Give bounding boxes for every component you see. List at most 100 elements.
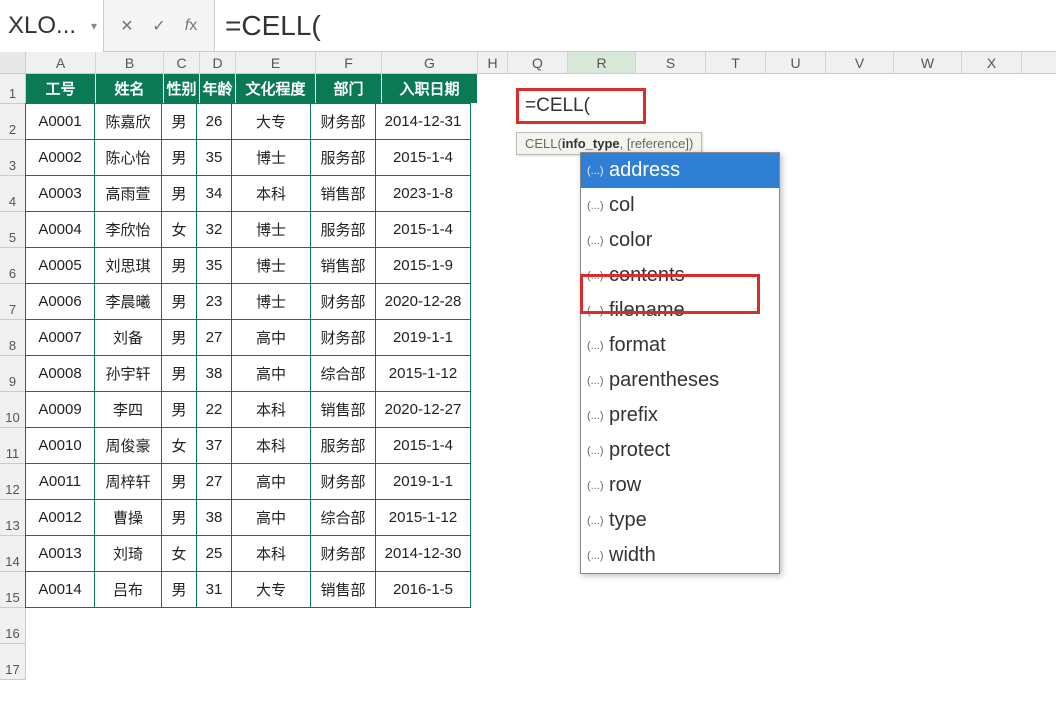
table-cell[interactable]: 综合部 [310,355,376,392]
col-header[interactable]: G [382,52,478,73]
row-header[interactable]: 10 [0,392,26,428]
table-cell[interactable]: 2020-12-28 [375,283,471,320]
table-cell[interactable]: 男 [161,283,197,320]
empty-cell[interactable] [316,608,382,644]
table-cell[interactable]: 27 [196,319,232,356]
table-cell[interactable]: 2015-1-12 [375,355,471,392]
table-header-cell[interactable]: 姓名 [96,74,164,104]
table-cell[interactable]: 博士 [231,211,311,248]
table-cell[interactable]: 本科 [231,175,311,212]
empty-cell[interactable] [26,608,96,644]
col-header[interactable]: F [316,52,382,73]
table-cell[interactable]: 本科 [231,427,311,464]
table-cell[interactable]: A0012 [25,499,95,536]
table-cell[interactable]: 38 [196,499,232,536]
empty-cell[interactable] [382,644,478,680]
table-cell[interactable]: 服务部 [310,211,376,248]
table-cell[interactable]: 服务部 [310,427,376,464]
table-cell[interactable]: 男 [161,139,197,176]
table-cell[interactable]: 李晨曦 [94,283,162,320]
table-cell[interactable]: 孙宇轩 [94,355,162,392]
table-cell[interactable]: 男 [161,103,197,140]
table-cell[interactable]: 2020-12-27 [375,391,471,428]
table-cell[interactable]: A0011 [25,463,95,500]
col-header-selected[interactable]: R [568,52,636,73]
col-header[interactable]: V [826,52,894,73]
table-cell[interactable]: 财务部 [310,283,376,320]
table-header-cell[interactable]: 工号 [26,74,96,104]
row-header[interactable]: 2 [0,104,26,140]
table-header-cell[interactable]: 部门 [316,74,382,104]
table-cell[interactable]: 男 [161,571,197,608]
name-box[interactable]: XLO... ▾ [0,0,104,52]
row-header[interactable]: 14 [0,536,26,572]
row-header[interactable]: 8 [0,320,26,356]
col-header[interactable]: S [636,52,706,73]
table-cell[interactable]: 2019-1-1 [375,463,471,500]
table-cell[interactable]: 男 [161,391,197,428]
table-cell[interactable]: 女 [161,211,197,248]
autocomplete-dropdown[interactable]: (...)address(...)col(...)color(...)conte… [580,152,780,574]
table-cell[interactable]: 本科 [231,535,311,572]
table-cell[interactable]: 高雨萱 [94,175,162,212]
table-cell[interactable]: 男 [161,175,197,212]
table-cell[interactable]: A0014 [25,571,95,608]
cancel-icon[interactable]: ✕ [118,16,136,36]
table-cell[interactable]: 财务部 [310,103,376,140]
table-cell[interactable]: 吕布 [94,571,162,608]
empty-cell[interactable] [96,644,164,680]
autocomplete-item[interactable]: (...)row [581,468,779,503]
table-cell[interactable]: 高中 [231,499,311,536]
table-cell[interactable]: 高中 [231,463,311,500]
table-cell[interactable]: 34 [196,175,232,212]
table-cell[interactable]: 销售部 [310,391,376,428]
table-cell[interactable]: 综合部 [310,499,376,536]
table-cell[interactable]: 27 [196,463,232,500]
table-cell[interactable]: A0007 [25,319,95,356]
table-cell[interactable]: 销售部 [310,571,376,608]
table-cell[interactable]: 大专 [231,103,311,140]
row-header[interactable]: 15 [0,572,26,608]
col-header[interactable]: D [200,52,236,73]
table-cell[interactable]: 高中 [231,355,311,392]
table-cell[interactable]: A0004 [25,211,95,248]
empty-cell[interactable] [26,644,96,680]
table-cell[interactable]: A0003 [25,175,95,212]
fx-icon[interactable]: fx [182,17,200,35]
col-header[interactable]: E [236,52,316,73]
table-cell[interactable]: 女 [161,427,197,464]
col-header[interactable]: B [96,52,164,73]
col-header[interactable]: A [26,52,96,73]
table-cell[interactable]: 2015-1-4 [375,427,471,464]
col-header[interactable]: U [766,52,826,73]
autocomplete-item[interactable]: (...)address [581,153,779,188]
col-header[interactable]: Q [508,52,568,73]
row-header[interactable]: 7 [0,284,26,320]
table-cell[interactable]: 服务部 [310,139,376,176]
table-cell[interactable]: A0009 [25,391,95,428]
table-cell[interactable]: 2023-1-8 [375,175,471,212]
table-cell[interactable]: 37 [196,427,232,464]
table-cell[interactable]: 销售部 [310,247,376,284]
table-cell[interactable]: 曹操 [94,499,162,536]
table-cell[interactable]: 2014-12-30 [375,535,471,572]
col-header[interactable]: H [478,52,508,73]
table-cell[interactable]: 销售部 [310,175,376,212]
table-cell[interactable]: 35 [196,247,232,284]
table-cell[interactable]: 刘琦 [94,535,162,572]
table-cell[interactable]: 高中 [231,319,311,356]
col-header[interactable]: W [894,52,962,73]
table-cell[interactable]: 23 [196,283,232,320]
col-header[interactable]: C [164,52,200,73]
autocomplete-item[interactable]: (...)color [581,223,779,258]
row-header[interactable]: 17 [0,644,26,680]
table-cell[interactable]: 35 [196,139,232,176]
table-cell[interactable]: 31 [196,571,232,608]
autocomplete-item[interactable]: (...)contents [581,258,779,293]
table-cell[interactable]: 本科 [231,391,311,428]
table-cell[interactable]: A0008 [25,355,95,392]
table-cell[interactable]: 男 [161,319,197,356]
table-cell[interactable]: 刘备 [94,319,162,356]
table-cell[interactable]: 博士 [231,247,311,284]
empty-cell[interactable] [200,608,236,644]
